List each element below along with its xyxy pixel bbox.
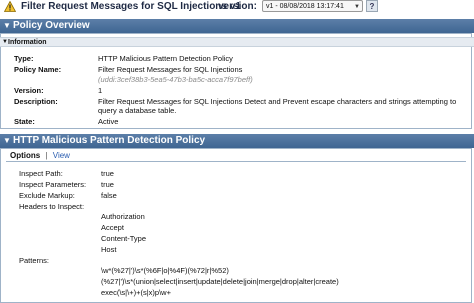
setting-label: Exclude Markup:: [19, 191, 75, 200]
tab-options[interactable]: Options: [10, 151, 40, 160]
policy-overview-title: Policy Overview: [13, 20, 90, 31]
version-select[interactable]: v1 - 08/08/2018 13:17:41 ▼: [262, 0, 363, 12]
header-to-inspect: Content-Type: [101, 234, 147, 243]
chevron-down-icon: ▼: [354, 4, 360, 10]
version-select-value: v1 - 08/08/2018 13:17:41: [266, 3, 344, 10]
info-value: HTTP Malicious Pattern Detection Policy: [98, 54, 233, 63]
information-label: Information: [8, 39, 47, 46]
detection-policy-title: HTTP Malicious Pattern Detection Policy: [13, 135, 206, 146]
info-row-policy-name: Policy Name: Filter Request Messages for…: [0, 65, 474, 75]
info-row-version: Version: 1: [0, 86, 474, 96]
setting-label: Inspect Parameters:: [19, 180, 87, 189]
collapse-chevron-icon: ▼: [2, 39, 8, 45]
info-label: Version:: [14, 86, 44, 95]
setting-label: Inspect Path:: [19, 169, 63, 178]
policy-overview-header[interactable]: ▼ Policy Overview: [0, 19, 474, 33]
tab-separator: |: [45, 151, 48, 160]
setting-value: true: [101, 169, 114, 178]
setting-label: Headers to Inspect:: [19, 202, 85, 211]
collapse-chevron-icon: ▼: [3, 21, 11, 30]
header-to-inspect: Host: [101, 245, 117, 254]
info-label: Type:: [14, 54, 34, 63]
info-value: Filter Request Messages for SQL Injectio…: [98, 97, 457, 106]
page-title: Filter Request Messages for SQL Injectio…: [21, 1, 241, 12]
info-label: State:: [14, 117, 35, 126]
info-row-type: Type: HTTP Malicious Pattern Detection P…: [0, 54, 474, 64]
info-label: Description:: [14, 97, 58, 106]
info-row-state: State: Active: [0, 117, 474, 127]
policy-uddi: (uddi:3cef38b3-5ea5-47b3-ba5c-acca7f97be…: [98, 75, 253, 84]
help-icon[interactable]: ?: [366, 0, 378, 12]
detection-tabs: Options | View: [10, 151, 70, 160]
setting-value: true: [101, 180, 114, 189]
detection-policy-header[interactable]: ▼ HTTP Malicious Pattern Detection Polic…: [0, 134, 474, 148]
info-value: 1: [98, 86, 103, 95]
info-label: Policy Name:: [14, 65, 62, 74]
pattern-item: exec(\s|\+)+(s|x)p\w+: [101, 288, 171, 297]
patterns-label: Patterns:: [19, 256, 50, 265]
info-value: query a database table.: [98, 106, 177, 115]
pattern-item: (%27|')\s*(union|select|insert|update|de…: [101, 277, 339, 286]
page-header: Filter Request Messages for SQL Injectio…: [0, 0, 474, 14]
info-value: Filter Request Messages for SQL Injectio…: [98, 65, 243, 74]
info-value: Active: [98, 117, 119, 126]
header-to-inspect: Authorization: [101, 212, 145, 221]
warning-icon: [4, 1, 16, 12]
header-to-inspect: Accept: [101, 223, 124, 232]
info-row-uddi: (uddi:3cef38b3-5ea5-47b3-ba5c-acca7f97be…: [0, 75, 474, 85]
version-label: version:: [218, 1, 257, 12]
pattern-item: \w*(%27|')\s*(%6F|o|%4F)(%72|r|%52): [101, 266, 229, 275]
collapse-chevron-icon: ▼: [3, 136, 11, 145]
tab-divider: [6, 161, 466, 162]
setting-value: false: [101, 191, 117, 200]
info-row-description-cont: query a database table.: [0, 106, 474, 116]
tab-view[interactable]: View: [53, 151, 70, 160]
information-subheader[interactable]: ▼ Information: [0, 37, 474, 47]
